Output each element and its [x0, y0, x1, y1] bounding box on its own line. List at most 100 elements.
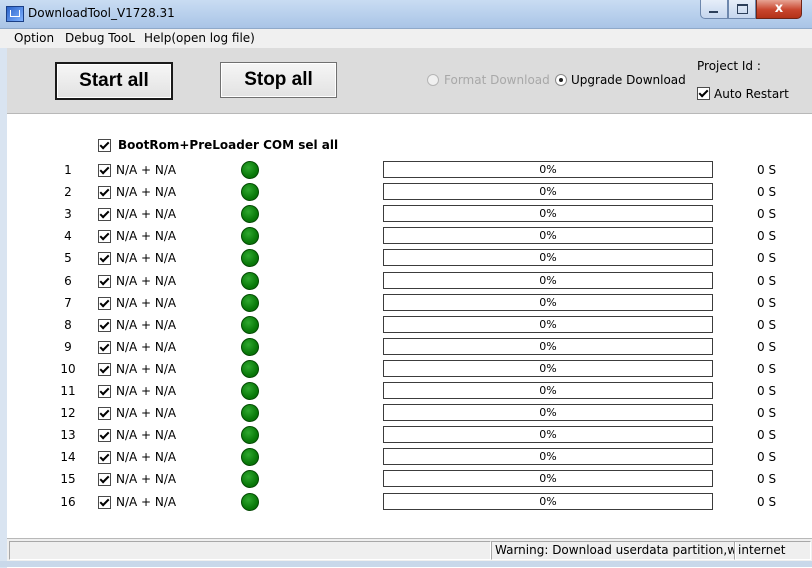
progress-bar: 0%: [383, 316, 713, 333]
progress-bar: 0%: [383, 272, 713, 289]
row-number: 3: [64, 207, 72, 221]
row-checkbox[interactable]: [98, 186, 111, 199]
progress-text: 0%: [539, 229, 557, 242]
elapsed-time: 0 S: [757, 251, 777, 265]
row-checkbox[interactable]: [98, 496, 111, 509]
elapsed-time: 0 S: [757, 185, 777, 199]
progress-text: 0%: [539, 207, 557, 220]
progress-bar: 0%: [383, 382, 713, 399]
row-checkbox[interactable]: [98, 451, 111, 464]
menu-bar: Option Debug TooL Help(open log file): [0, 29, 812, 49]
elapsed-time: 0 S: [757, 318, 777, 332]
progress-text: 0%: [539, 428, 557, 441]
status-led-icon: [241, 205, 259, 223]
window-bottom-border: [0, 561, 812, 567]
menu-debug-tool[interactable]: Debug TooL: [65, 31, 135, 45]
status-warning: Warning: Download userdata partition,wil…: [491, 541, 736, 560]
status-led-icon: [241, 360, 259, 378]
row-port-label: N/A + N/A: [116, 384, 177, 398]
row-checkbox[interactable]: [98, 252, 111, 265]
row-number: 14: [60, 450, 76, 464]
status-led-icon: [241, 249, 259, 267]
control-panel: Start all Stop all Format Download Upgra…: [7, 48, 812, 114]
row-port-label: N/A + N/A: [116, 296, 177, 310]
device-row: 7 N/A + N/A 0% 0 S: [0, 294, 812, 316]
row-number: 1: [64, 163, 72, 177]
status-led-icon: [241, 448, 259, 466]
minimize-button[interactable]: [700, 0, 728, 19]
row-checkbox[interactable]: [98, 230, 111, 243]
status-network: internet: [734, 541, 811, 560]
progress-bar: 0%: [383, 360, 713, 377]
status-led-icon: [241, 272, 259, 290]
row-checkbox[interactable]: [98, 385, 111, 398]
format-download-radio[interactable]: [427, 74, 439, 86]
progress-bar: 0%: [383, 161, 713, 178]
app-icon: [6, 6, 24, 22]
row-checkbox[interactable]: [98, 319, 111, 332]
maximize-icon: [737, 4, 748, 14]
status-led-icon: [241, 404, 259, 422]
row-port-label: N/A + N/A: [116, 163, 177, 177]
window-title: DownloadTool_V1728.31: [28, 6, 175, 20]
progress-text: 0%: [539, 450, 557, 463]
menu-help[interactable]: Help(open log file): [144, 31, 255, 45]
elapsed-time: 0 S: [757, 406, 777, 420]
progress-bar: 0%: [383, 426, 713, 443]
status-led-icon: [241, 470, 259, 488]
row-number: 6: [64, 274, 72, 288]
elapsed-time: 0 S: [757, 163, 777, 177]
project-id-label: Project Id :: [697, 59, 761, 73]
row-number: 9: [64, 340, 72, 354]
elapsed-time: 0 S: [757, 428, 777, 442]
row-number: 12: [60, 406, 76, 420]
row-checkbox[interactable]: [98, 164, 111, 177]
upgrade-download-radio[interactable]: [555, 74, 567, 86]
row-checkbox[interactable]: [98, 429, 111, 442]
row-checkbox[interactable]: [98, 473, 111, 486]
close-icon: x: [774, 1, 784, 16]
device-row: 5 N/A + N/A 0% 0 S: [0, 249, 812, 271]
start-all-button[interactable]: Start all: [55, 62, 173, 100]
row-checkbox[interactable]: [98, 275, 111, 288]
select-all-checkbox[interactable]: [98, 139, 111, 152]
progress-text: 0%: [539, 406, 557, 419]
device-row: 8 N/A + N/A 0% 0 S: [0, 316, 812, 338]
elapsed-time: 0 S: [757, 296, 777, 310]
status-bar: Warning: Download userdata partition,wil…: [7, 538, 812, 561]
progress-text: 0%: [539, 340, 557, 353]
row-number: 8: [64, 318, 72, 332]
upgrade-download-label: Upgrade Download: [571, 73, 686, 87]
progress-bar: 0%: [383, 493, 713, 510]
row-checkbox[interactable]: [98, 208, 111, 221]
device-row: 14 N/A + N/A 0% 0 S: [0, 448, 812, 470]
row-checkbox[interactable]: [98, 363, 111, 376]
title-bar[interactable]: DownloadTool_V1728.31 x: [0, 0, 812, 29]
menu-option[interactable]: Option: [14, 31, 54, 45]
elapsed-time: 0 S: [757, 274, 777, 288]
select-all-label: BootRom+PreLoader COM sel all: [118, 138, 339, 152]
row-number: 5: [64, 251, 72, 265]
close-button[interactable]: x: [756, 0, 802, 19]
row-number: 4: [64, 229, 72, 243]
row-checkbox[interactable]: [98, 341, 111, 354]
row-checkbox[interactable]: [98, 297, 111, 310]
progress-text: 0%: [539, 274, 557, 287]
elapsed-time: 0 S: [757, 472, 777, 486]
progress-text: 0%: [539, 251, 557, 264]
elapsed-time: 0 S: [757, 229, 777, 243]
device-row: 6 N/A + N/A 0% 0 S: [0, 272, 812, 294]
maximize-button[interactable]: [728, 0, 756, 19]
row-port-label: N/A + N/A: [116, 472, 177, 486]
status-led-icon: [241, 382, 259, 400]
row-checkbox[interactable]: [98, 407, 111, 420]
device-row: 4 N/A + N/A 0% 0 S: [0, 227, 812, 249]
elapsed-time: 0 S: [757, 450, 777, 464]
row-port-label: N/A + N/A: [116, 450, 177, 464]
progress-text: 0%: [539, 185, 557, 198]
progress-text: 0%: [539, 163, 557, 176]
auto-restart-checkbox[interactable]: [697, 87, 710, 100]
row-number: 13: [60, 428, 76, 442]
progress-bar: 0%: [383, 205, 713, 222]
stop-all-button[interactable]: Stop all: [220, 62, 337, 98]
